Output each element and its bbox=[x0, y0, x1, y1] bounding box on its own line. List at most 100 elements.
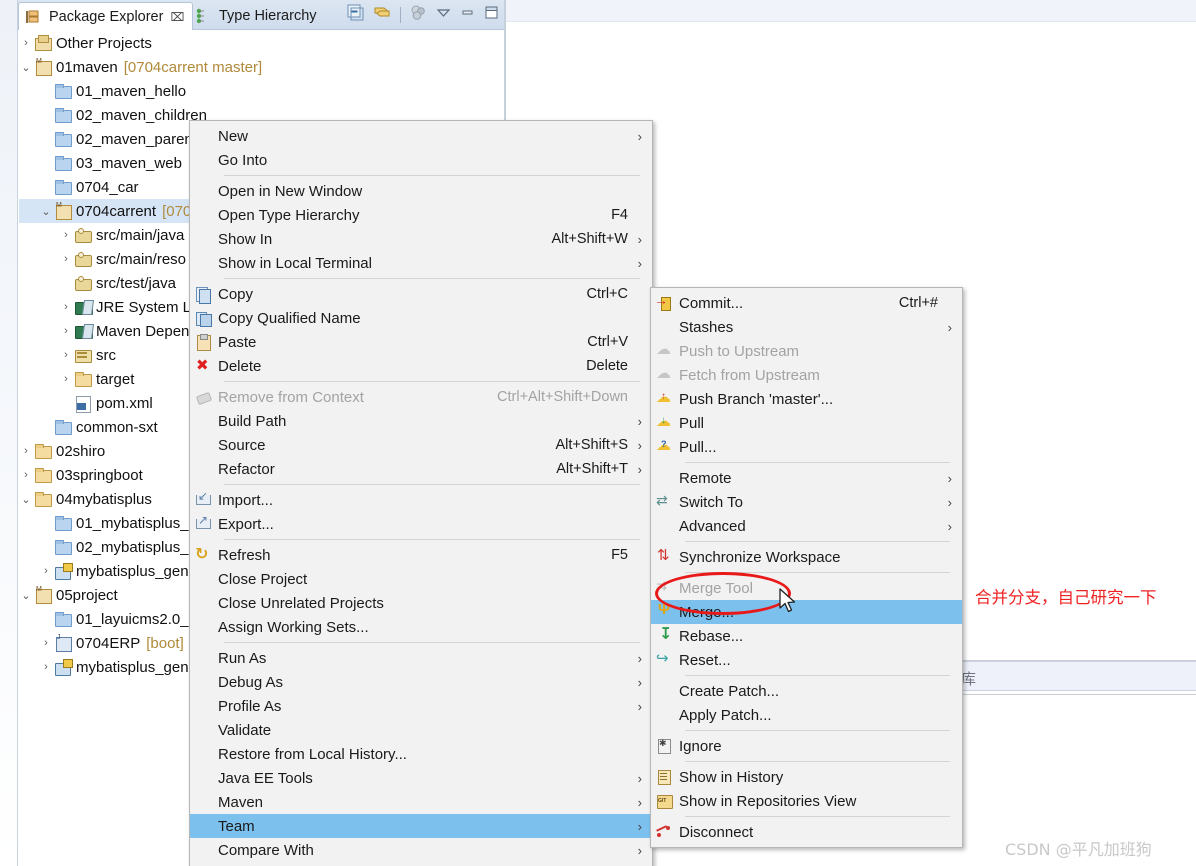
menu-item-merge[interactable]: Merge... bbox=[651, 600, 962, 624]
menu-item-switch-to[interactable]: Switch To › bbox=[651, 490, 962, 514]
menu-item-show-in-history[interactable]: Show in History bbox=[651, 765, 962, 789]
tab-package-explorer[interactable]: Package Explorer ⌧ bbox=[18, 2, 194, 30]
chevron-right-icon[interactable]: › bbox=[59, 301, 73, 313]
menu-icon-slot bbox=[651, 705, 677, 725]
tree-item-label: 02_maven_children bbox=[76, 106, 207, 124]
menu-item-refresh[interactable]: Refresh F5 bbox=[190, 543, 652, 567]
menu-item-open-type-hierarchy[interactable]: Open Type Hierarchy F4 bbox=[190, 203, 652, 227]
chevron-right-icon[interactable]: › bbox=[59, 349, 73, 361]
menu-item-go-into[interactable]: Go Into bbox=[190, 148, 652, 172]
menu-item-remote[interactable]: Remote › bbox=[651, 466, 962, 490]
chevron-right-icon[interactable]: › bbox=[39, 565, 53, 577]
menu-item-assign-working-sets[interactable]: Assign Working Sets... bbox=[190, 615, 652, 639]
chevron-right-icon[interactable]: › bbox=[59, 325, 73, 337]
view-menu-icon[interactable] bbox=[436, 5, 451, 25]
menu-item-create-patch[interactable]: Create Patch... bbox=[651, 679, 962, 703]
submenu-chevron-icon: › bbox=[637, 461, 642, 477]
folder-icon bbox=[53, 154, 73, 172]
menu-item-maven[interactable]: Maven › bbox=[190, 790, 652, 814]
menu-icon-slot bbox=[190, 569, 216, 589]
menu-item-profile-as[interactable]: Profile As › bbox=[190, 694, 652, 718]
menu-item-new[interactable]: New › bbox=[190, 124, 652, 148]
menu-item-run-as[interactable]: Run As › bbox=[190, 646, 652, 670]
tab-type-hierarchy[interactable]: Type Hierarchy bbox=[189, 2, 325, 30]
menu-item-import[interactable]: Import... bbox=[190, 488, 652, 512]
import-glyph bbox=[195, 489, 211, 508]
tree-item-other-projects[interactable]: › Other Projects bbox=[19, 31, 498, 55]
menu-item-stashes[interactable]: Stashes › bbox=[651, 315, 962, 339]
close-icon[interactable]: ⌧ bbox=[170, 10, 184, 24]
tree-item-01-maven-hello[interactable]: 01_maven_hello bbox=[19, 79, 498, 103]
menu-item-debug-as[interactable]: Debug As › bbox=[190, 670, 652, 694]
menu-item-label: Push to Upstream bbox=[679, 342, 800, 360]
menu-item-label: Open Type Hierarchy bbox=[218, 206, 360, 224]
menu-item-compare-with[interactable]: Compare With › bbox=[190, 838, 652, 862]
menu-icon-slot bbox=[190, 744, 216, 764]
menu-item-show-in[interactable]: Show In Alt+Shift+W › bbox=[190, 227, 652, 251]
chevron-right-icon[interactable]: › bbox=[39, 637, 53, 649]
menu-item-shortcut: Ctrl+V bbox=[587, 334, 628, 350]
menu-item-reset[interactable]: Reset... bbox=[651, 648, 962, 672]
menu-item-ignore[interactable]: Ignore bbox=[651, 734, 962, 758]
switchto-glyph bbox=[656, 492, 672, 510]
link-with-editor-icon[interactable] bbox=[373, 4, 391, 26]
removectx-icon bbox=[190, 387, 216, 407]
menu-item-shortcut: Ctrl+C bbox=[586, 286, 629, 302]
chevron-right-icon[interactable]: › bbox=[19, 445, 33, 457]
submenu-chevron-icon: › bbox=[637, 437, 642, 453]
menu-item-replace-with[interactable]: Replace With› bbox=[190, 862, 652, 866]
menu-item-team[interactable]: Team › bbox=[190, 814, 652, 838]
chevron-down-icon[interactable]: ⌄ bbox=[19, 589, 33, 602]
mergetool-icon bbox=[651, 578, 677, 598]
menu-item-commit[interactable]: Commit... Ctrl+# bbox=[651, 291, 962, 315]
menu-item-java-ee-tools[interactable]: Java EE Tools › bbox=[190, 766, 652, 790]
chevron-right-icon[interactable]: › bbox=[39, 661, 53, 673]
menu-item-restore-from-local-history[interactable]: Restore from Local History... bbox=[190, 742, 652, 766]
tree-item-label: common-sxt bbox=[76, 418, 158, 436]
chevron-down-icon[interactable]: ⌄ bbox=[39, 205, 53, 218]
menu-item-source[interactable]: Source Alt+Shift+S › bbox=[190, 433, 652, 457]
project-context-menu[interactable]: New › Go Into Open in New Window Open Type H… bbox=[189, 120, 653, 866]
menu-icon-slot bbox=[190, 126, 216, 146]
menu-item-close-unrelated-projects[interactable]: Close Unrelated Projects bbox=[190, 591, 652, 615]
chevron-down-icon[interactable]: ⌄ bbox=[19, 493, 33, 506]
maximize-icon[interactable] bbox=[484, 5, 499, 25]
menu-item-pull[interactable]: Pull bbox=[651, 411, 962, 435]
menu-item-label: Maven bbox=[218, 793, 264, 811]
view-toolbar bbox=[347, 4, 499, 26]
menu-item-open-in-new-window[interactable]: Open in New Window bbox=[190, 179, 652, 203]
menu-item-apply-patch[interactable]: Apply Patch... bbox=[651, 703, 962, 727]
reset-icon bbox=[651, 649, 677, 670]
chevron-right-icon[interactable]: › bbox=[59, 253, 73, 265]
menu-item-advanced[interactable]: Advanced › bbox=[651, 514, 962, 538]
submenu-chevron-icon: › bbox=[637, 650, 642, 666]
collapse-all-icon[interactable] bbox=[347, 4, 364, 26]
chevron-right-icon[interactable]: › bbox=[19, 37, 33, 49]
menu-item-push-branch-master[interactable]: Push Branch 'master'... bbox=[651, 387, 962, 411]
minimize-icon[interactable] bbox=[460, 5, 475, 25]
chevron-right-icon[interactable]: › bbox=[19, 469, 33, 481]
menu-item-show-in-repositories-view[interactable]: Show in Repositories View bbox=[651, 789, 962, 813]
menu-item-paste[interactable]: Paste Ctrl+V bbox=[190, 330, 652, 354]
team-submenu[interactable]: Commit... Ctrl+# Stashes › Push to Upstream F… bbox=[650, 287, 963, 848]
tree-item-01maven[interactable]: ⌄ 01maven [0704carrent master] bbox=[19, 55, 498, 79]
tree-item-label: 0704carrent bbox=[76, 202, 157, 220]
menu-item-delete[interactable]: Delete Delete bbox=[190, 354, 652, 378]
chevron-right-icon[interactable]: › bbox=[59, 373, 73, 385]
menu-item-close-project[interactable]: Close Project bbox=[190, 567, 652, 591]
menu-item-copy-qualified-name[interactable]: Copy Qualified Name bbox=[190, 306, 652, 330]
menu-item-show-in-local-terminal[interactable]: Show in Local Terminal › bbox=[190, 251, 652, 275]
menu-item-refactor[interactable]: Refactor Alt+Shift+T › bbox=[190, 457, 652, 481]
menu-item-rebase[interactable]: Rebase... bbox=[651, 624, 962, 648]
filters-icon[interactable] bbox=[410, 4, 427, 26]
menu-item-build-path[interactable]: Build Path › bbox=[190, 409, 652, 433]
menu-item-shortcut: Delete bbox=[586, 358, 628, 374]
menu-item-export[interactable]: Export... bbox=[190, 512, 652, 536]
chevron-right-icon[interactable]: › bbox=[59, 229, 73, 241]
menu-item-copy[interactable]: Copy Ctrl+C bbox=[190, 282, 652, 306]
chevron-down-icon[interactable]: ⌄ bbox=[19, 61, 33, 74]
menu-item-validate[interactable]: Validate bbox=[190, 718, 652, 742]
menu-item-synchronize-workspace[interactable]: Synchronize Workspace bbox=[651, 545, 962, 569]
menu-item-disconnect[interactable]: Disconnect bbox=[651, 820, 962, 844]
menu-item-pull[interactable]: Pull... bbox=[651, 435, 962, 459]
